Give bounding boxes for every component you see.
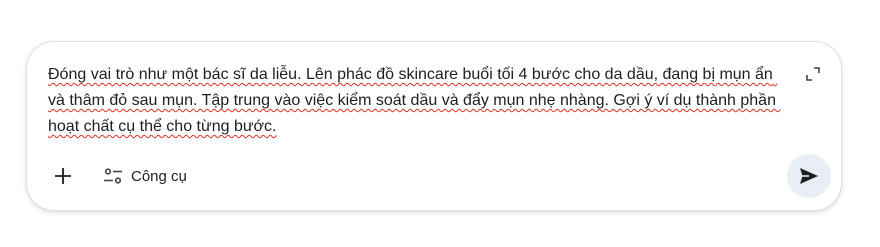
tools-label: Công cụ [131, 167, 187, 185]
composer-toolbar: Công cụ [37, 154, 831, 198]
tools-button[interactable]: Công cụ [91, 156, 199, 196]
tune-icon [104, 168, 122, 184]
expand-button[interactable] [803, 64, 823, 84]
prompt-composer: Đóng vai trò như một bác sĩ da liễu. Lên… [26, 41, 842, 211]
send-icon [800, 168, 818, 184]
send-button[interactable] [787, 154, 831, 198]
page: Đóng vai trò như một bác sĩ da liễu. Lên… [0, 0, 880, 247]
plus-icon [55, 168, 71, 184]
add-button[interactable] [43, 156, 83, 196]
prompt-input[interactable]: Đóng vai trò như một bác sĩ da liễu. Lên… [48, 62, 788, 140]
expand-icon [806, 67, 820, 81]
